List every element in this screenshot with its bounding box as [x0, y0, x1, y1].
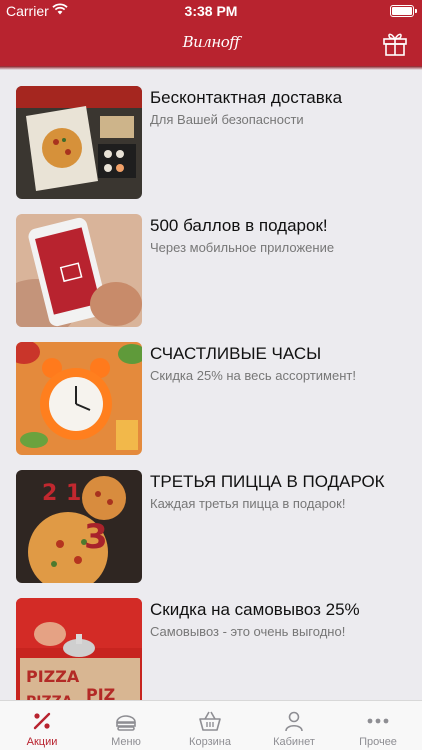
promo-title: Бесконтактная доставка	[150, 88, 343, 107]
nav-bar: Вилнoff	[0, 22, 422, 70]
food-menu-icon	[116, 715, 136, 731]
tab-more[interactable]: Прочее	[336, 701, 420, 750]
promo-subtitle: Каждая третья пицца в подарок!	[150, 496, 346, 511]
promo-image-pizzas: 2 1 3	[16, 470, 142, 583]
promo-item-contactless[interactable]: Бесконтактная доставка Для Вашей безопас…	[16, 86, 422, 199]
promo-subtitle: Через мобильное приложение	[150, 240, 335, 255]
promo-subtitle: Для Вашей безопасности	[150, 112, 304, 127]
person-icon	[285, 711, 303, 732]
percent-icon	[33, 712, 51, 730]
tab-label: Корзина	[189, 736, 231, 748]
promo-subtitle: Скидка 25% на весь ассортимент!	[150, 368, 356, 383]
status-bar: Carrier 3:38 PM	[0, 0, 422, 22]
promo-item-third-pizza[interactable]: 2 1 3 ТРЕТЬЯ ПИЦЦА В ПОДАРОК Каждая трет…	[16, 470, 422, 583]
promo-image-delivery	[16, 86, 142, 199]
promo-image-pickup: PIZZA PIZ PIZZA	[16, 598, 142, 700]
promo-title: СЧАСТЛИВЫЕ ЧАСЫ	[150, 344, 322, 363]
gift-icon[interactable]	[382, 30, 408, 56]
promo-item-happy-hours[interactable]: СЧАСТЛИВЫЕ ЧАСЫ Скидка 25% на весь ассор…	[16, 342, 422, 455]
svg-text:PIZ: PIZ	[86, 685, 115, 700]
svg-text:2: 2	[42, 481, 57, 506]
tab-promotions[interactable]: Акции	[0, 701, 84, 750]
promo-title: Скидка на самовывоз 25%	[150, 600, 360, 619]
tab-cart[interactable]: Корзина	[168, 701, 252, 750]
promo-item-pickup[interactable]: PIZZA PIZ PIZZA Скидка на самовывоз 25% …	[16, 598, 422, 700]
promo-subtitle: Самовывоз - это очень выгодно!	[150, 624, 346, 639]
svg-text:3: 3	[84, 517, 108, 557]
tab-menu[interactable]: Меню	[84, 701, 168, 750]
promo-image-app	[16, 214, 142, 327]
tab-label: Кабинет	[273, 736, 315, 748]
tab-label: Меню	[111, 736, 141, 748]
svg-text:1: 1	[66, 481, 81, 506]
tab-bar: Акции Меню Корзина Кабинет Прочее	[0, 700, 422, 750]
more-icon	[367, 718, 389, 724]
tab-label: Акции	[26, 736, 58, 748]
promo-item-500-points[interactable]: 500 баллов в подарок! Через мобильное пр…	[16, 214, 422, 327]
promo-title: 500 баллов в подарок!	[150, 216, 328, 235]
clock: 3:38 PM	[184, 3, 238, 19]
promo-list[interactable]: Бесконтактная доставка Для Вашей безопас…	[0, 70, 422, 700]
promo-image-clock	[16, 342, 142, 455]
basket-icon	[199, 711, 221, 731]
battery-icon	[390, 5, 417, 17]
tab-account[interactable]: Кабинет	[252, 701, 336, 750]
tab-label: Прочее	[359, 736, 397, 748]
svg-text:PIZZA: PIZZA	[26, 667, 80, 686]
promo-title: ТРЕТЬЯ ПИЦЦА В ПОДАРОК	[150, 472, 385, 491]
brand-logo: Вилнoff	[182, 33, 240, 51]
